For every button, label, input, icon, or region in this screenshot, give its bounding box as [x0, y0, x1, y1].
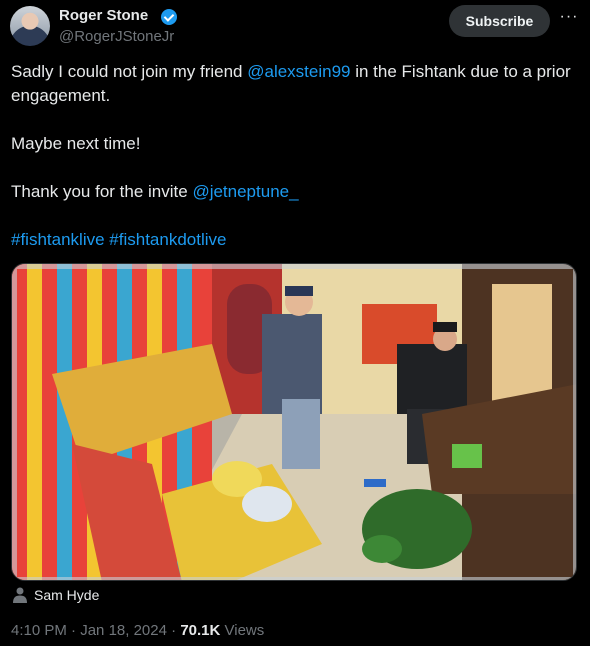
avatar[interactable] — [10, 6, 50, 46]
tweet-paragraph: Sadly I could not join my friend @alexst… — [11, 60, 571, 108]
author-handle[interactable]: @RogerJStoneJr — [59, 28, 174, 45]
hashtag-link[interactable]: #fishtankdotlive — [109, 230, 226, 249]
meta-separator: · — [166, 622, 181, 639]
author-name[interactable]: Roger Stone — [59, 7, 148, 24]
tweet-text: Sadly I could not join my friend @alexst… — [11, 60, 571, 252]
mention-link[interactable]: @jetneptune_ — [192, 182, 298, 201]
tweet-paragraph: Maybe next time! — [11, 134, 141, 153]
tweet-meta: 4:10 PM · Jan 18, 2024 · 70.1K Views — [11, 622, 264, 639]
media-photo-illustration — [12, 264, 576, 580]
tweet-paragraph: Thank you for the invite @jetneptune_ — [11, 180, 571, 204]
views-label: Views — [220, 622, 265, 639]
mention-link[interactable]: @alexstein99 — [247, 62, 350, 81]
tweet-media-image[interactable] — [11, 263, 577, 581]
subscribe-button[interactable]: Subscribe — [449, 5, 550, 37]
tagged-person: Sam Hyde — [34, 587, 100, 603]
tweet-time[interactable]: 4:10 PM — [11, 622, 67, 639]
tweet-header: Roger Stone @RogerJStoneJr Subscribe ··· — [10, 4, 580, 48]
more-options-icon[interactable]: ··· — [558, 9, 580, 32]
tweet-text-segment: Thank you for the invite — [11, 182, 193, 201]
person-icon — [13, 587, 27, 603]
hashtag-link[interactable]: #fishtanklive — [11, 230, 105, 249]
tweet-date[interactable]: Jan 18, 2024 — [80, 622, 167, 639]
tweet-text-segment: Sadly I could not join my friend — [11, 62, 248, 81]
verified-badge-icon[interactable] — [161, 9, 177, 25]
views-count[interactable]: 70.1K — [180, 622, 220, 639]
hashtags: #fishtanklive #fishtankdotlive — [11, 228, 571, 252]
meta-separator: · — [66, 622, 81, 639]
